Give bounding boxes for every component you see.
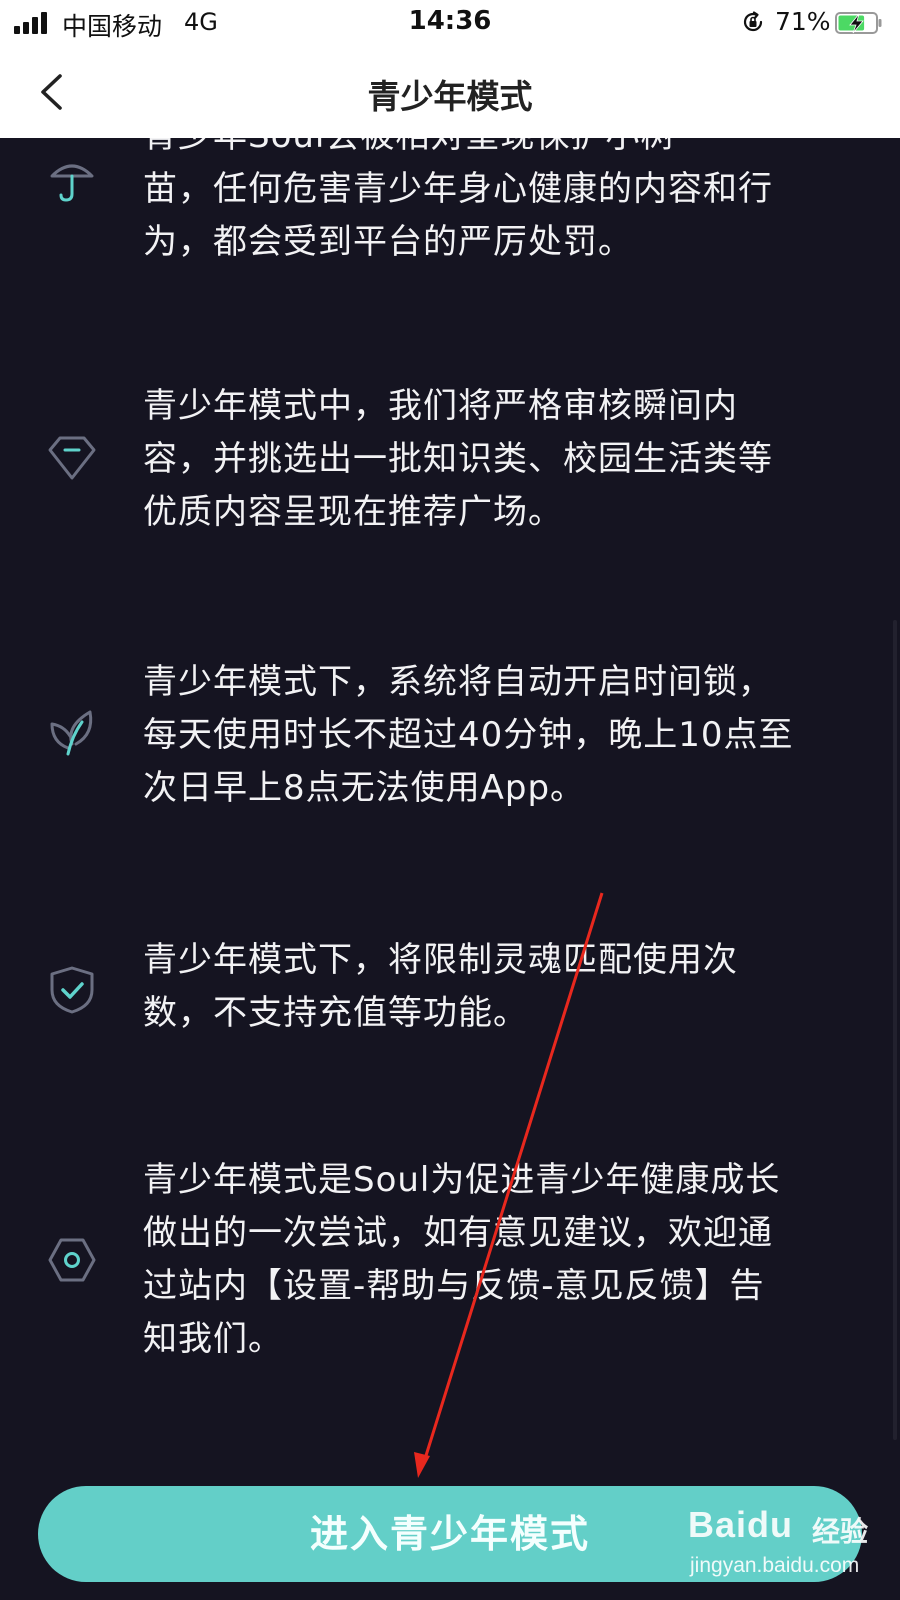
info-line: 苗，任何危害青少年身心健康的内容和行 xyxy=(143,169,773,209)
shield-check-icon xyxy=(50,966,94,1014)
teen-mode-screen: 青少年Soul会被相对呈现保护小树 苗，任何危害青少年身心健康的内容和行 为，都… xyxy=(0,0,900,1600)
top-bar: 中国移动 4G 14:36 71% 青少年模式 xyxy=(0,0,900,138)
info-text-time-lock: 青少年模式下，系统将自动开启时间锁， 每天使用时长不超过40分钟，晚上10点至 … xyxy=(143,656,823,815)
info-line: 青少年模式下，系统将自动开启时间锁， xyxy=(143,662,773,702)
leaf-icon xyxy=(50,710,93,756)
rotation-lock-icon xyxy=(743,11,763,32)
hexagon-icon xyxy=(48,1238,96,1282)
info-line: 为，都会受到平台的严厉处罚。 xyxy=(143,222,633,262)
battery-percent: 71% xyxy=(775,7,831,36)
info-line: 青少年模式下，将限制灵魂匹配使用次 xyxy=(143,940,738,980)
info-text-match-limit: 青少年模式下，将限制灵魂匹配使用次 数，不支持充值等功能。 xyxy=(143,934,823,1040)
content-area[interactable]: 青少年Soul会被相对呈现保护小树 苗，任何危害青少年身心健康的内容和行 为，都… xyxy=(0,0,900,1600)
status-bar: 中国移动 4G 14:36 71% xyxy=(0,0,900,46)
info-text-feedback: 青少年模式是Soul为促进青少年健康成长 做出的一次尝试，如有意见建议，欢迎通 … xyxy=(143,1154,823,1366)
scrollbar[interactable] xyxy=(893,620,897,1440)
info-line: 数，不支持充值等功能。 xyxy=(143,993,528,1033)
info-line: 知我们。 xyxy=(143,1319,283,1359)
chevron-left-icon[interactable] xyxy=(30,68,74,116)
umbrella-icon xyxy=(50,164,94,202)
page-title: 青少年模式 xyxy=(367,77,533,116)
info-line: 做出的一次尝试，如有意见建议，欢迎通 xyxy=(143,1213,773,1253)
info-text-content-review: 青少年模式中，我们将严格审核瞬间内 容，并挑选出一批知识类、校园生活类等 优质内… xyxy=(143,380,823,539)
info-line: 次日早上8点无法使用App。 xyxy=(143,768,586,808)
info-line: 青少年模式中，我们将严格审核瞬间内 xyxy=(143,386,738,426)
info-line: 容，并挑选出一批知识类、校园生活类等 xyxy=(143,439,773,479)
nav-bar: 青少年模式 xyxy=(0,46,900,138)
info-line: 优质内容呈现在推荐广场。 xyxy=(143,492,563,532)
enter-teen-mode-button[interactable]: 进入青少年模式 xyxy=(38,1486,862,1582)
info-line: 青少年模式是Soul为促进青少年健康成长 xyxy=(143,1160,781,1200)
battery-charging-icon xyxy=(835,12,882,34)
diamond-icon xyxy=(48,436,96,480)
status-time: 14:36 xyxy=(408,6,492,36)
info-line: 过站内【设置-帮助与反馈-意见反馈】告 xyxy=(143,1266,765,1306)
info-line: 每天使用时长不超过40分钟，晚上10点至 xyxy=(143,715,794,755)
